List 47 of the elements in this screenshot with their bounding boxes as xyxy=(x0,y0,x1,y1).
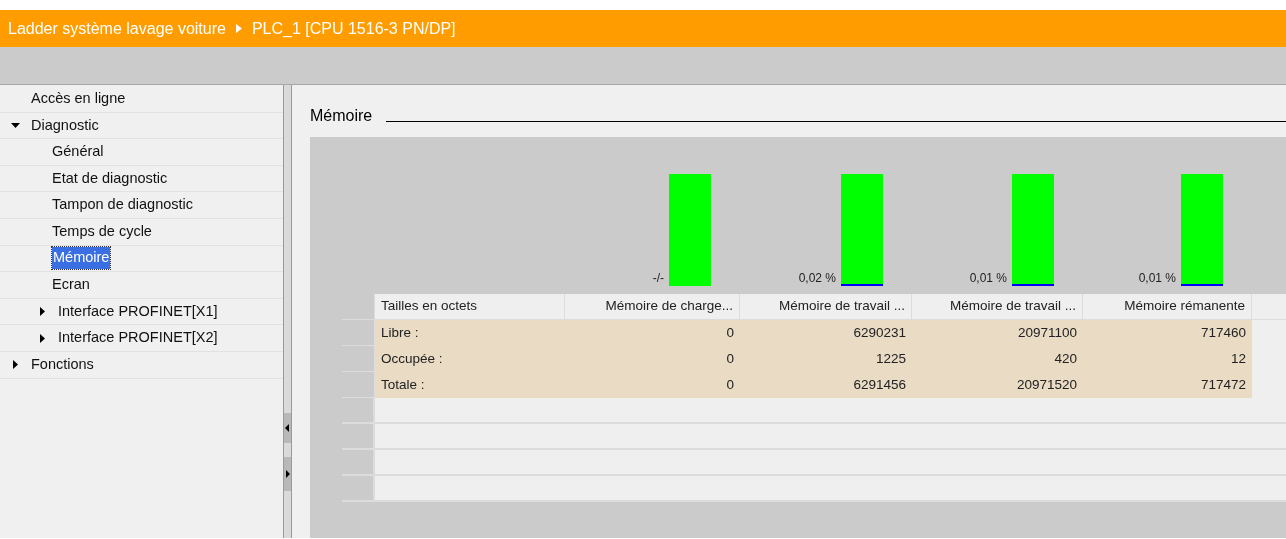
sidebar-item[interactable]: Temps de cycle xyxy=(52,220,152,243)
row-header[interactable] xyxy=(342,320,375,346)
sidebar-item[interactable]: Tampon de diagnostic xyxy=(52,194,194,217)
table-cell: 1225 xyxy=(740,346,912,372)
collapsed-arrow-icon[interactable] xyxy=(11,360,20,370)
row-header[interactable] xyxy=(342,476,375,502)
table-cell: Occupée : xyxy=(375,346,565,372)
collapsed-arrow-icon[interactable] xyxy=(38,333,47,343)
table-cell: 0 xyxy=(565,372,740,398)
collapse-left-icon[interactable] xyxy=(284,413,291,443)
sidebar-item[interactable]: Etat de diagnostic xyxy=(52,167,168,190)
collapsed-arrow-icon[interactable] xyxy=(38,307,47,317)
table-cell: 717472 xyxy=(1083,372,1252,398)
table-cell: 0 xyxy=(565,346,740,372)
table-cell: 0 xyxy=(565,320,740,346)
row-header[interactable] xyxy=(342,372,375,398)
usage-percent: 0,01 % xyxy=(1138,272,1176,286)
project-name: Ladder système lavage voiture xyxy=(8,18,226,39)
table-cell: Totale : xyxy=(375,372,565,398)
table-cell: 6290231 xyxy=(740,320,912,346)
table-cell: 12 xyxy=(1083,346,1252,372)
chevron-icon xyxy=(235,24,242,33)
usage-percent: 0,02 % xyxy=(798,272,836,286)
sidebar-item[interactable]: Accès en ligne xyxy=(31,87,126,110)
sidebar-item[interactable]: Diagnostic xyxy=(31,114,99,137)
row-header[interactable] xyxy=(342,450,375,476)
sidebar-item[interactable]: Interface PROFINET[X1] xyxy=(58,300,218,323)
table-cell: 20971520 xyxy=(912,372,1083,398)
expand-right-icon[interactable] xyxy=(284,457,291,491)
table-cell: 6291456 xyxy=(740,372,912,398)
sidebar-item[interactable]: Ecran xyxy=(52,274,90,296)
table-cell: 420 xyxy=(912,346,1083,372)
sidebar-item[interactable]: Fonctions xyxy=(31,353,94,376)
row-header[interactable] xyxy=(342,346,375,372)
section-title: Mémoire xyxy=(310,106,373,126)
table-cell: 20971100 xyxy=(912,320,1083,346)
device-name: PLC_1 [CPU 1516-3 PN/DP] xyxy=(251,18,456,39)
table-cell: Libre : xyxy=(375,320,565,346)
row-header[interactable] xyxy=(342,424,375,450)
usage-percent: 0,01 % xyxy=(969,272,1007,286)
row-header[interactable] xyxy=(342,398,375,424)
table-cell: 717460 xyxy=(1083,320,1252,346)
expanded-arrow-icon[interactable] xyxy=(11,120,20,130)
sidebar-item[interactable]: Mémoire xyxy=(52,247,111,270)
sidebar-item[interactable]: Interface PROFINET[X2] xyxy=(58,327,218,349)
usage-percent: -/- xyxy=(652,272,664,286)
sidebar-item[interactable]: Général xyxy=(52,141,104,163)
